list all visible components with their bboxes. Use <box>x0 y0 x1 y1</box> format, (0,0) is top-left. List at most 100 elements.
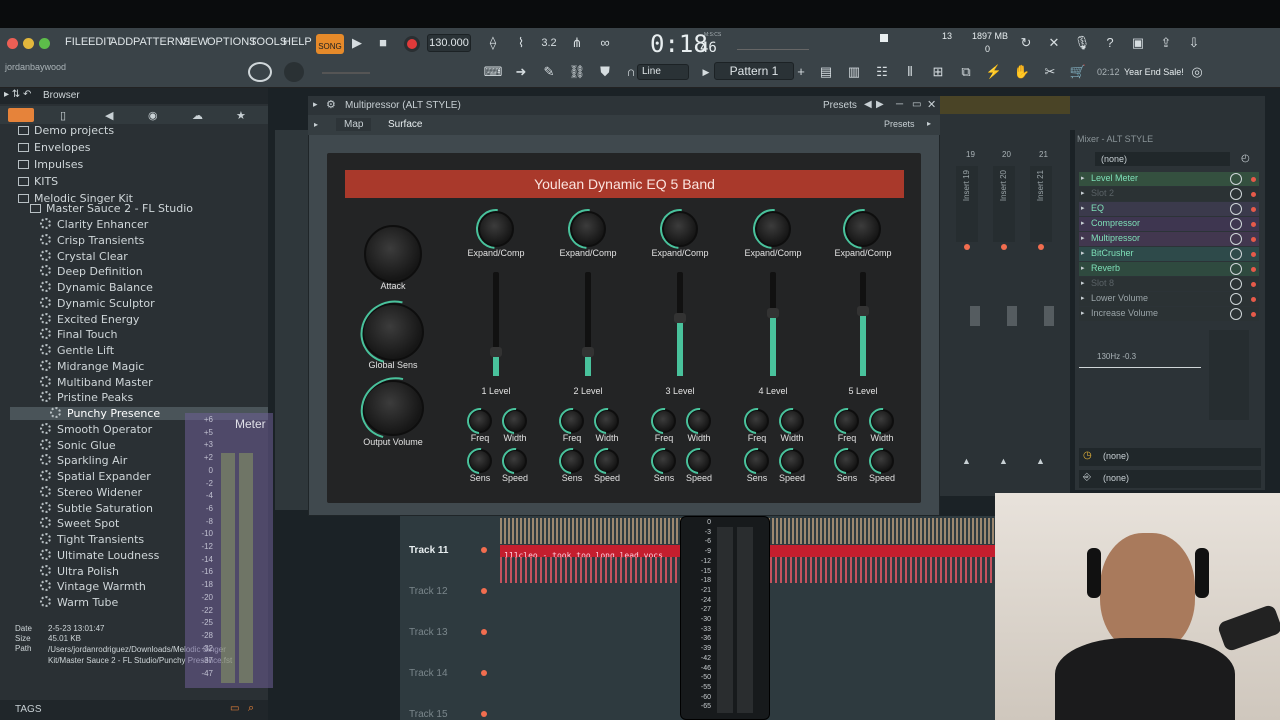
preset-item[interactable]: Final Touch <box>40 328 117 341</box>
fx-mix-knob[interactable] <box>1230 293 1242 305</box>
plugin-presets-button[interactable]: Presets <box>823 100 857 111</box>
preset-item[interactable]: Crisp Transients <box>40 233 144 247</box>
fx-slot[interactable]: ▸ Compressor <box>1079 217 1259 231</box>
track-mute-led[interactable] <box>481 711 487 717</box>
master-slider[interactable] <box>322 72 370 74</box>
playlist-icon[interactable]: ▤ <box>815 61 837 83</box>
plugin-menu-arrow-icon[interactable]: ▸ <box>313 99 318 110</box>
wrench-icon[interactable]: ✕ <box>1043 32 1065 54</box>
mixer-out1-row[interactable]: ◷ (none) <box>1079 448 1261 466</box>
track-mute-led[interactable] <box>481 588 487 594</box>
preset-item[interactable]: Dynamic Balance <box>40 281 153 294</box>
menu-file[interactable]: FILE <box>65 36 88 48</box>
tempo-display[interactable]: 130.000 <box>427 34 471 52</box>
insert-21-strip[interactable]: Insert 21 <box>1030 166 1052 242</box>
loop-record-icon[interactable]: ∞ <box>594 32 616 54</box>
fx-enable-led[interactable] <box>1251 237 1256 242</box>
folder-tab-icon[interactable]: ▯ <box>60 109 66 122</box>
master-pitch-knob[interactable] <box>284 62 304 82</box>
render-icon[interactable]: ⇪ <box>1155 32 1177 54</box>
project-browser-icon[interactable]: ⊞ <box>927 61 949 83</box>
record-icon[interactable] <box>404 36 420 52</box>
insert-19-strip[interactable]: Insert 19 <box>956 166 978 242</box>
preset-item[interactable]: Clarity Enhancer <box>40 218 148 231</box>
pattern-selector[interactable]: Pattern 1 <box>714 62 794 80</box>
fx-slot[interactable]: ▸ Reverb <box>1079 262 1259 276</box>
stamp-icon[interactable]: ⛊ <box>594 61 616 83</box>
browser-folder[interactable]: Envelopes <box>18 141 90 154</box>
fx-enable-led[interactable] <box>1251 297 1256 302</box>
browser-folder[interactable]: Demo projects <box>18 124 114 137</box>
master-volume-knob[interactable] <box>248 62 272 82</box>
mixer-out2-row[interactable]: ⎆ (none) <box>1079 470 1261 488</box>
band-level-handle[interactable] <box>582 347 594 357</box>
preset-item[interactable]: Sonic Glue <box>40 438 116 452</box>
maximize-window-button[interactable] <box>39 38 50 49</box>
plugin-tab-arrow-icon[interactable]: ▸ <box>314 120 318 129</box>
fx-slot[interactable]: ▸ BitCrusher <box>1079 247 1259 261</box>
browser-subfolder[interactable]: Master Sauce 2 - FL Studio <box>30 202 193 215</box>
band-level-handle[interactable] <box>857 306 869 316</box>
fx-enable-led[interactable] <box>1251 192 1256 197</box>
insert-19-led[interactable] <box>964 244 970 250</box>
fx-mix-knob[interactable] <box>1230 173 1242 185</box>
fx-enable-led[interactable] <box>1251 222 1256 227</box>
browser-tab-all[interactable] <box>8 108 34 122</box>
plugin-gear-icon[interactable]: ⚙ <box>326 98 336 111</box>
browser-folder[interactable]: Impulses <box>18 158 83 171</box>
plugin-tab-icon[interactable]: ◉ <box>148 109 158 122</box>
fx-mix-knob[interactable] <box>1230 218 1242 230</box>
preset-item[interactable]: Tight Transients <box>40 533 144 546</box>
hint-globe-icon[interactable]: ◎ <box>1186 61 1208 83</box>
fx-enable-led[interactable] <box>1251 267 1256 272</box>
channel-rack-icon[interactable]: ☷ <box>871 61 893 83</box>
track-mute-led[interactable] <box>481 670 487 676</box>
preset-item[interactable]: Dynamic Sculptor <box>40 296 155 310</box>
add-pattern-icon[interactable]: + <box>790 61 812 83</box>
fx-enable-led[interactable] <box>1251 177 1256 182</box>
preset-item[interactable]: Stereo Widener <box>40 485 142 499</box>
fx-enable-led[interactable] <box>1251 207 1256 212</box>
preset-item[interactable]: Spatial Expander <box>40 470 151 483</box>
preset-item[interactable]: Pristine Peaks <box>40 391 133 404</box>
wait-record-icon[interactable]: ⌇ <box>510 32 532 54</box>
fx-mix-knob[interactable] <box>1230 188 1242 200</box>
menu-tools[interactable]: TOOLS <box>250 36 287 48</box>
fx-enable-led[interactable] <box>1251 312 1256 317</box>
save-icon[interactable]: ▣ <box>1127 32 1149 54</box>
pencil-icon[interactable]: ✎ <box>538 61 560 83</box>
band-level-handle[interactable] <box>490 347 502 357</box>
step-edit-icon[interactable]: ⋔ <box>566 32 588 54</box>
fx-mix-knob[interactable] <box>1230 233 1242 245</box>
tag-folder-icon[interactable]: ▭ <box>230 703 239 714</box>
insert-21-led[interactable] <box>1038 244 1044 250</box>
track-name[interactable]: Track 14 <box>409 668 448 679</box>
plugin-picker-icon[interactable]: ⚡ <box>983 61 1005 83</box>
track-name[interactable]: Track 15 <box>409 709 448 720</box>
tab-map[interactable]: Map <box>336 118 372 131</box>
surface-presets-button[interactable]: Presets <box>884 119 915 129</box>
insert-19-fader[interactable] <box>970 306 980 326</box>
fx-slot[interactable]: ▸ Increase Volume <box>1079 307 1259 321</box>
close-window-button[interactable] <box>7 38 18 49</box>
shop-icon[interactable]: 🛒 <box>1067 61 1089 83</box>
menu-add[interactable]: ADD <box>110 36 133 48</box>
export-icon[interactable]: ⇩ <box>1183 32 1205 54</box>
track-mute-led[interactable] <box>481 547 487 553</box>
typing-keyboard-icon[interactable]: ⌨ <box>482 61 504 83</box>
hint-message[interactable]: Year End Sale! <box>1124 67 1184 77</box>
preset-item[interactable]: Excited Energy <box>40 312 139 326</box>
link-icon[interactable]: ⛓ <box>566 61 588 83</box>
mixer-icon[interactable]: ⫴ <box>899 61 921 83</box>
preset-item[interactable]: Sweet Spot <box>40 517 119 530</box>
fx-slot[interactable]: ▸ Lower Volume <box>1079 292 1259 306</box>
track-mute-led[interactable] <box>481 629 487 635</box>
maximize-plugin-icon[interactable]: ▭ <box>912 99 921 110</box>
fx-slot[interactable]: ▸ EQ <box>1079 202 1259 216</box>
eq-band-sliders[interactable] <box>1209 330 1249 420</box>
fx-slot[interactable]: ▸ Level Meter <box>1079 172 1259 186</box>
fx-enable-led[interactable] <box>1251 282 1256 287</box>
mixer-preset-selector[interactable]: (none) <box>1095 152 1230 166</box>
prev-preset-icon[interactable]: ◀ <box>864 99 872 110</box>
preset-item[interactable]: Smooth Operator <box>40 422 152 436</box>
